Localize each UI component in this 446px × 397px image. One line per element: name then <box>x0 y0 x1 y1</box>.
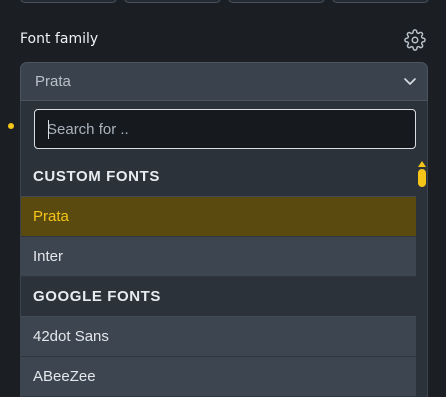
tab-4[interactable] <box>332 0 429 3</box>
font-search-input[interactable] <box>34 109 416 149</box>
modified-indicator-dot <box>8 123 14 129</box>
text-caret <box>48 120 49 139</box>
dropdown-scrollbar[interactable] <box>416 157 429 397</box>
group-heading-google-fonts: GOOGLE FONTS <box>21 277 416 317</box>
scroll-up-arrow-icon[interactable] <box>418 161 426 167</box>
font-option-prata[interactable]: Prata <box>21 197 416 237</box>
tab-3[interactable] <box>228 0 325 3</box>
font-family-label: Font family <box>20 31 99 47</box>
scrollbar-thumb[interactable] <box>418 169 426 187</box>
tab-1[interactable] <box>20 0 117 3</box>
font-option-42dot-sans[interactable]: 42dot Sans <box>21 317 416 357</box>
selected-font-value: Prata <box>35 73 71 90</box>
font-family-select[interactable]: Prata <box>20 62 428 101</box>
tab-2[interactable] <box>124 0 221 3</box>
font-option-abeezee[interactable]: ABeeZee <box>21 357 416 397</box>
gear-icon[interactable] <box>404 29 426 51</box>
font-dropdown-panel: CUSTOM FONTS Prata Inter GOOGLE FONTS 42… <box>20 101 428 397</box>
font-list: CUSTOM FONTS Prata Inter GOOGLE FONTS 42… <box>21 157 416 397</box>
font-option-inter[interactable]: Inter <box>21 237 416 277</box>
font-settings-panel: Font family Prata CUSTOM FONTS Prata Int… <box>0 0 446 397</box>
chevron-down-icon <box>402 73 418 89</box>
group-heading-custom-fonts: CUSTOM FONTS <box>21 157 416 197</box>
